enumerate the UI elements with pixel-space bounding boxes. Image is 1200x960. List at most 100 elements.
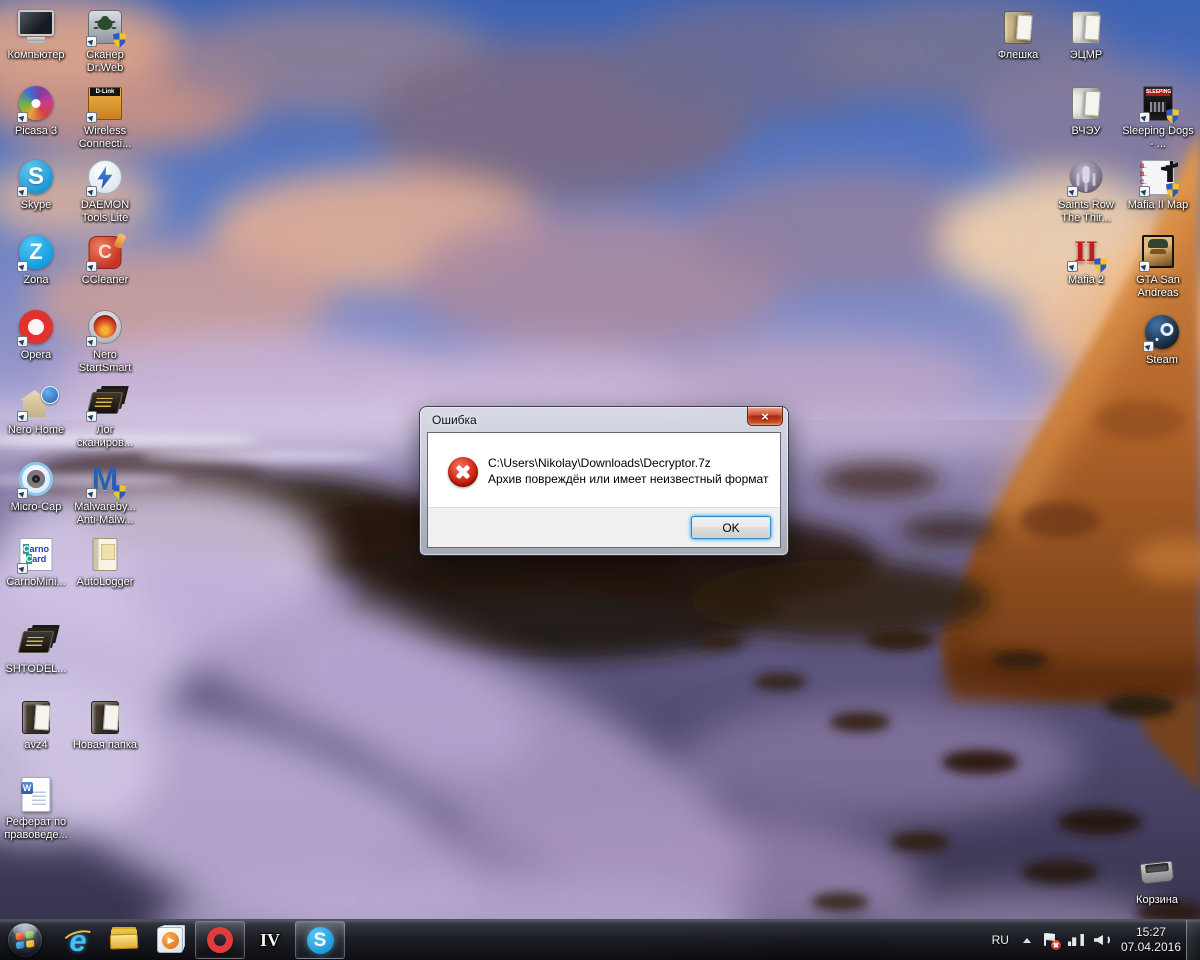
shortcut-arrow-overlay [17,112,28,123]
hidden-icons-arrow-icon[interactable] [1022,934,1031,943]
shortcut-arrow-overlay [1067,261,1078,272]
icon-label: CarnoMini... [6,576,66,588]
desktop-icon-vchzu[interactable]: ВЧЭУ [1050,84,1122,138]
desktop-icon-computer[interactable]: Компьютер [0,8,72,62]
clock[interactable]: 15:27 07.04.2016 [1121,925,1181,955]
dialog-content: C:\Users\Nikolay\Downloads\Decryptor.7z … [428,433,780,508]
taskbar-button-internet-explorer[interactable]: e [57,922,99,958]
desktop-icon-referat[interactable]: W Реферат по правоведе... [0,775,72,842]
shortcut-arrow-overlay [17,488,28,499]
close-button[interactable]: × [747,407,783,426]
ccleaner-icon: C [69,233,141,272]
desktop-icon-recycle-bin[interactable]: Корзина [1121,853,1193,907]
desktop-icon-autologger[interactable]: AutoLogger [69,535,141,589]
taskbar-button-explorer[interactable] [103,922,145,958]
desktop-icon-gta-san-andreas[interactable]: GTA San Andreas [1122,233,1194,300]
desktop-icon-drweb-scanner[interactable]: Сканер Dr.Web [69,8,141,75]
media-player-glyph: ▶ [167,934,175,945]
desktop-icon-malwarebytes[interactable]: M Malwareby... Anti-Malw... [69,460,141,527]
uac-shield-overlay [1166,183,1179,198]
icon-label: ВЧЭУ [1071,125,1101,137]
explorer-taskbar-icon [108,924,140,956]
shortcut-arrow-overlay [1067,186,1078,197]
windows-orb-icon [8,923,42,957]
icon-label: AutoLogger [76,576,134,588]
desktop-icon-daemon-tools[interactable]: DAEMON Tools Lite [69,158,141,225]
shortcut-arrow-overlay [86,261,97,272]
desktop-icon-avz4[interactable]: avz4 [0,698,72,752]
referat-icon: W [0,775,72,813]
skype-glyph: S [313,929,327,951]
ccleaner-glyph: C [98,241,112,263]
icon-label: Mafia 2 [1067,274,1105,286]
desktop-icon-steam[interactable]: Steam [1126,313,1198,367]
icon-label: Opera [20,349,52,361]
shortcut-arrow-overlay [86,112,97,123]
uac-shield-overlay [1166,109,1179,124]
nero-startsmart-icon [69,308,141,347]
desktop-icon-saints-row[interactable]: Saints Row The Thir... [1050,158,1122,225]
dialog-titlebar[interactable]: Ошибка [420,407,788,432]
ok-button[interactable]: OK [691,516,771,539]
internet-explorer-glyph: e [69,922,87,958]
icon-label: Saints Row The Thir... [1058,199,1114,224]
show-desktop-button[interactable] [1186,920,1200,960]
desktop-icon-scan-log[interactable]: Лог сканиров... [69,383,141,450]
icon-label: ЭЦМР [1069,49,1103,61]
network-signal-icon[interactable] [1068,933,1084,947]
malwarebytes-icon: M [69,460,141,500]
media-player-taskbar-icon: ▶ [154,924,186,956]
desktop-icon-nero-startsmart[interactable]: Nero StartSmart [69,308,141,375]
desktop-icon-mafia2-map[interactable]: B. B. C. Mafia II Map [1122,158,1194,212]
icon-label: CCleaner [81,274,129,286]
desktop-icon-shtodel[interactable]: SHTODEL... [0,622,72,676]
desktop-icon-new-folder[interactable]: Новая папка [69,698,141,752]
desktop-icon-dlink-wireless[interactable]: D-Link Wireless Connecti... [69,84,141,151]
action-center-flag-icon[interactable] [1041,932,1061,950]
dlink-wireless-band: D-Link [90,88,120,96]
error-dialog: Ошибка × C:\Users\Nikolay\Downloads\Decr… [420,407,788,555]
language-indicator[interactable]: RU [988,930,1013,950]
shortcut-arrow-overlay [17,336,28,347]
shortcut-arrow-overlay [17,261,28,272]
fleshka-icon [982,8,1054,46]
gta-iv-taskbar-icon: IV [254,924,286,956]
shortcut-arrow-overlay [17,563,28,574]
close-icon: × [761,408,769,424]
desktop-icon-mafia2[interactable]: II Mafia 2 [1050,233,1122,287]
shortcut-arrow-overlay [86,36,97,47]
taskbar-button-media-player[interactable]: ▶ [149,922,191,958]
desktop-icon-carnomini[interactable]: Carno Card CarnoMini... [0,535,72,589]
desktop-icon-picasa[interactable]: Picasa 3 [0,84,72,138]
desktop-icon-ccleaner[interactable]: C CCleaner [69,233,141,287]
shortcut-arrow-overlay [1139,186,1150,197]
shortcut-arrow-overlay [17,186,28,197]
icon-label: Сканер Dr.Web [86,49,124,74]
mafia2-map-lines: B. B. C. [1140,164,1146,186]
desktop-icon-sleeping-dogs[interactable]: SLEEPING Sleeping Dogs - ... [1122,84,1194,151]
avz4-icon [0,698,72,736]
taskbar-button-gta-iv[interactable]: IV [249,922,291,958]
clock-date: 07.04.2016 [1120,940,1181,954]
start-button[interactable] [5,920,45,960]
desktop-icon-micro-cap[interactable]: Micro-Cap [0,460,72,514]
icon-label: Malwareby... Anti-Malw... [74,501,136,526]
volume-icon[interactable] [1094,933,1111,947]
taskbar-button-opera[interactable] [195,921,245,959]
system-tray: RU 15:27 07.04.2016 [988,920,1200,960]
taskbar-button-skype[interactable]: S [295,921,345,959]
dlink-wireless-icon: D-Link [69,84,141,123]
desktop-icon-opera[interactable]: Opera [0,308,72,362]
shortcut-arrow-overlay [17,411,28,422]
icon-label: Компьютер [7,49,65,61]
shortcut-arrow-overlay [86,411,97,422]
desktop-icon-zona[interactable]: Z Zona [0,233,72,287]
sleeping-dogs-band: SLEEPING [1146,89,1172,96]
desktop-icon-fleshka[interactable]: Флешка [982,8,1054,62]
zona-icon: Z [0,233,72,272]
icon-label: SHTODEL... [5,663,67,675]
desktop-icon-nero-home[interactable]: Nero Home [0,383,72,437]
desktop-icon-skype[interactable]: S Skype [0,158,72,212]
desktop-icon-ecmr[interactable]: ЭЦМР [1050,8,1122,62]
mafia2-icon: II [1050,233,1122,273]
